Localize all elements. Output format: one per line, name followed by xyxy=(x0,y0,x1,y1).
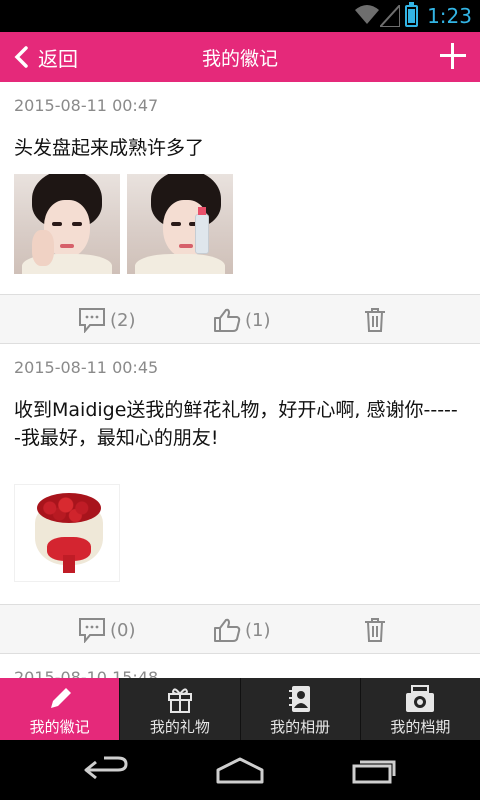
status-bar: 1:23 xyxy=(0,0,480,32)
comment-count: (2) xyxy=(110,309,136,331)
post-feed[interactable]: 2015-08-11 00:47 头发盘起来成熟许多了 (2) (1) 2015… xyxy=(0,82,480,678)
camera-icon xyxy=(406,685,435,712)
thumbs-up-icon xyxy=(214,618,241,642)
post-item: 2015-08-11 00:47 头发盘起来成熟许多了 (2) (1) xyxy=(0,82,480,344)
battery-icon xyxy=(405,2,418,27)
album-icon xyxy=(289,686,311,712)
post-actions: (2) (1) xyxy=(0,294,480,344)
comment-icon xyxy=(79,308,105,333)
post-text: 收到Maidige送我的鲜花礼物，好开心啊, 感谢你------我最好，最知心的… xyxy=(14,399,458,449)
comment-button[interactable]: (0) xyxy=(78,617,136,643)
like-count: (1) xyxy=(245,309,271,331)
tab-label: 我的礼物 xyxy=(149,718,210,736)
post-photo[interactable] xyxy=(14,484,120,582)
tab-my-gifts[interactable]: 我的礼物 xyxy=(119,678,239,740)
trash-icon xyxy=(365,308,385,332)
post-item: 2015-08-11 00:45 收到Maidige送我的鲜花礼物，好开心啊, … xyxy=(0,344,480,654)
tab-label: 我的档期 xyxy=(390,718,451,736)
post-date: 2015-08-10 15:48 xyxy=(14,668,159,678)
home-icon[interactable] xyxy=(214,756,266,784)
like-button[interactable]: (1) xyxy=(213,307,271,333)
post-item: 2015-08-10 15:48 xyxy=(0,654,480,678)
tab-my-schedule[interactable]: 我的档期 xyxy=(359,678,480,740)
top-bar: 返回 我的徽记 xyxy=(0,32,480,82)
trash-icon xyxy=(365,618,385,642)
delete-button[interactable] xyxy=(364,307,386,333)
clock: 1:23 xyxy=(427,4,472,28)
comment-button[interactable]: (2) xyxy=(78,307,136,333)
bottom-tab-bar: 我的徽记 我的礼物 我的相册 我的档期 xyxy=(0,678,480,740)
like-count: (1) xyxy=(245,619,271,641)
post-photo[interactable] xyxy=(127,174,233,274)
post-photos xyxy=(0,162,480,274)
delete-button[interactable] xyxy=(364,617,386,643)
wifi-icon xyxy=(355,5,379,24)
tab-my-album[interactable]: 我的相册 xyxy=(239,678,360,740)
comment-icon xyxy=(79,618,105,643)
post-photo[interactable] xyxy=(14,174,120,274)
post-text: 头发盘起来成熟许多了 xyxy=(14,137,205,159)
signal-icon xyxy=(380,5,400,27)
thumbs-up-icon xyxy=(214,308,241,332)
post-date: 2015-08-11 00:45 xyxy=(14,358,159,377)
pencil-icon xyxy=(50,688,71,708)
recent-apps-icon[interactable] xyxy=(350,756,400,784)
post-actions: (0) (1) xyxy=(0,604,480,654)
post-date: 2015-08-11 00:47 xyxy=(14,96,159,115)
add-button[interactable] xyxy=(438,41,468,71)
tab-label: 我的相册 xyxy=(270,718,331,736)
page-title: 我的徽记 xyxy=(201,48,278,70)
tab-label: 我的徽记 xyxy=(29,718,90,736)
gift-icon xyxy=(167,688,192,713)
system-nav-bar xyxy=(0,740,480,800)
back-icon[interactable] xyxy=(82,756,130,784)
like-button[interactable]: (1) xyxy=(213,617,271,643)
tab-my-badges[interactable]: 我的徽记 xyxy=(0,678,120,740)
comment-count: (0) xyxy=(110,619,136,641)
